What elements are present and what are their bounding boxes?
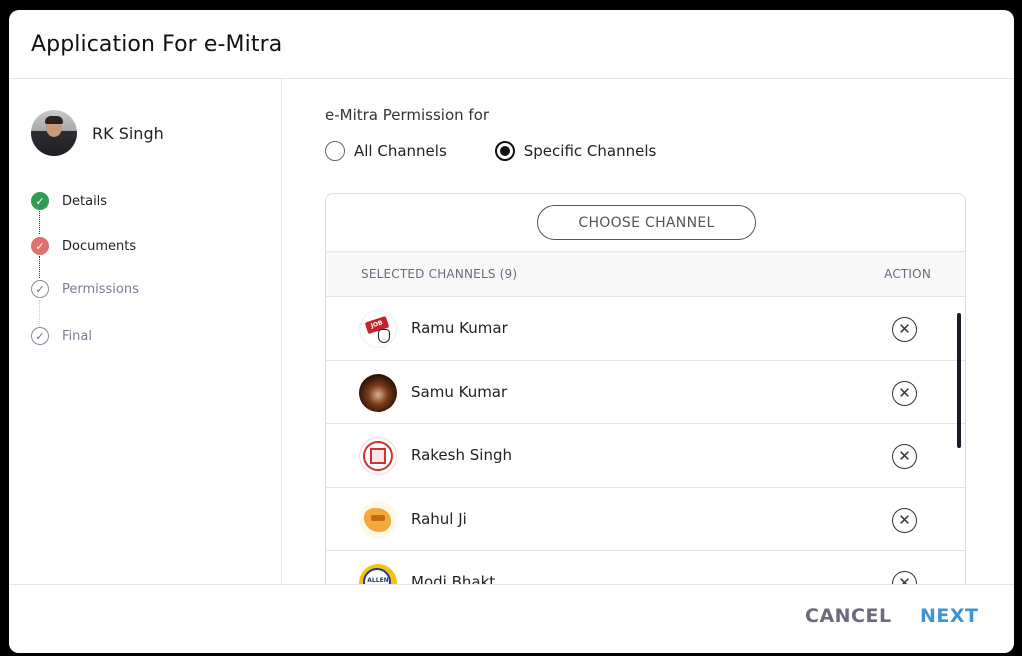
next-button[interactable]: NEXT bbox=[920, 605, 979, 627]
check-icon: ✓ bbox=[31, 280, 49, 298]
radio-specific-channels[interactable]: Specific Channels bbox=[494, 141, 657, 161]
main-content: e-Mitra Permission for All Channels Spec… bbox=[283, 79, 1014, 593]
channel-avatar bbox=[359, 500, 397, 539]
close-icon: ✕ bbox=[898, 511, 911, 529]
table-row: JOB Ramu Kumar ✕ bbox=[326, 297, 965, 361]
step-label: Details bbox=[62, 193, 108, 209]
user-profile: RK Singh bbox=[31, 110, 164, 156]
step-connector bbox=[39, 211, 40, 234]
remove-channel-button[interactable]: ✕ bbox=[892, 380, 917, 406]
step-documents[interactable]: ✓ Documents bbox=[31, 237, 136, 255]
step-permissions[interactable]: ✓ Permissions bbox=[31, 280, 139, 298]
close-icon: ✕ bbox=[898, 384, 911, 402]
check-icon: ✓ bbox=[31, 192, 49, 210]
step-connector bbox=[39, 256, 40, 278]
radio-label: Specific Channels bbox=[523, 142, 657, 160]
choose-channel-bar: CHOOSE CHANNEL bbox=[326, 194, 965, 252]
close-icon: ✕ bbox=[898, 321, 911, 338]
column-header-action: ACTION bbox=[884, 267, 931, 281]
step-label: Documents bbox=[62, 238, 137, 254]
remove-channel-button[interactable]: ✕ bbox=[892, 507, 917, 533]
column-header-selected-channels: SELECTED CHANNELS (9) bbox=[361, 267, 518, 281]
channel-name: Rakesh Singh bbox=[411, 446, 512, 464]
step-label: Final bbox=[62, 328, 92, 344]
radio-button[interactable] bbox=[325, 141, 345, 161]
modal-title: Application For e-Mitra bbox=[31, 32, 283, 57]
channel-avatar bbox=[359, 373, 397, 412]
modal-header: Application For e-Mitra bbox=[9, 10, 1014, 79]
radio-button[interactable] bbox=[494, 141, 515, 161]
channel-name: Rahul Ji bbox=[411, 509, 467, 528]
permission-radio-group: All Channels Specific Channels bbox=[325, 141, 704, 161]
close-icon: ✕ bbox=[898, 448, 911, 465]
user-name: RK Singh bbox=[92, 123, 164, 143]
user-avatar bbox=[31, 110, 77, 156]
table-row: Rahul Ji ✕ bbox=[326, 488, 965, 551]
table-row: Samu Kumar ✕ bbox=[326, 361, 965, 424]
step-label: Permissions bbox=[62, 281, 139, 297]
cancel-button[interactable]: CANCEL bbox=[805, 605, 892, 627]
channel-avatar bbox=[359, 437, 397, 475]
scrollbar-thumb[interactable] bbox=[957, 313, 961, 448]
check-icon: ✓ bbox=[31, 237, 49, 255]
permission-title: e-Mitra Permission for bbox=[325, 106, 490, 124]
modal-footer: CANCEL NEXT bbox=[9, 584, 1014, 653]
choose-channel-button[interactable]: CHOOSE CHANNEL bbox=[537, 205, 756, 240]
table-row: Rakesh Singh ✕ bbox=[326, 424, 965, 488]
radio-label: All Channels bbox=[354, 142, 447, 160]
channel-name: Samu Kumar bbox=[411, 382, 508, 401]
step-final[interactable]: ✓ Final bbox=[31, 327, 92, 345]
step-details[interactable]: ✓ Details bbox=[31, 192, 107, 210]
application-modal: Application For e-Mitra RK Singh ✓ Detai… bbox=[9, 10, 1014, 653]
table-header: SELECTED CHANNELS (9) ACTION bbox=[326, 252, 965, 297]
remove-channel-button[interactable]: ✕ bbox=[892, 317, 917, 342]
check-icon: ✓ bbox=[31, 327, 49, 345]
step-connector bbox=[39, 300, 40, 328]
remove-channel-button[interactable]: ✕ bbox=[892, 444, 917, 469]
radio-all-channels[interactable]: All Channels bbox=[325, 141, 447, 161]
channels-panel: CHOOSE CHANNEL SELECTED CHANNELS (9) ACT… bbox=[325, 193, 966, 593]
channel-avatar: JOB bbox=[359, 310, 397, 348]
channel-name: Ramu Kumar bbox=[411, 319, 508, 337]
sidebar: RK Singh ✓ Details ✓ Documents ✓ Permiss… bbox=[9, 79, 282, 584]
